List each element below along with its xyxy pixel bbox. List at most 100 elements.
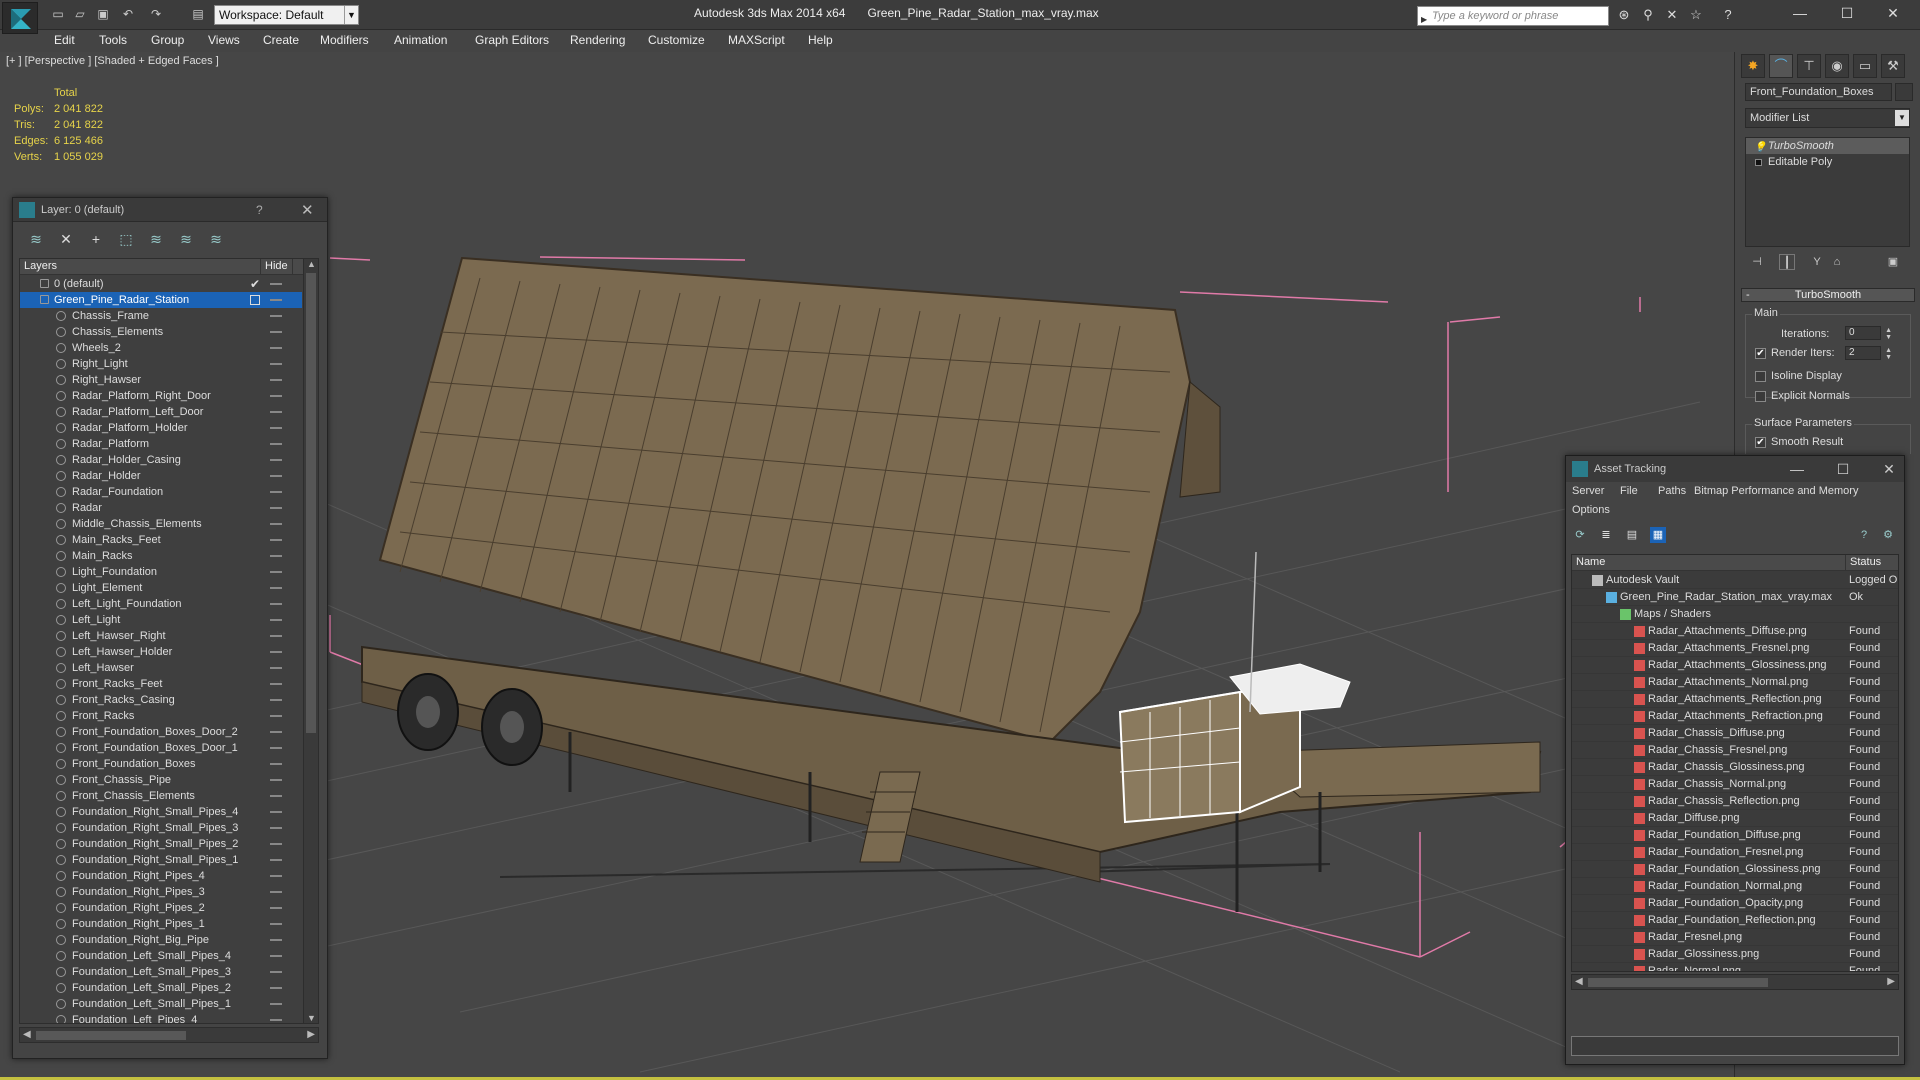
display-tab-icon[interactable]: ▭ <box>1853 54 1877 78</box>
workspace-dropdown[interactable]: Workspace: Default ▼ <box>214 5 359 25</box>
scrollbar-thumb[interactable] <box>1588 978 1768 987</box>
refresh-icon[interactable]: ⟳ <box>1572 527 1588 543</box>
isoline-display-checkbox[interactable] <box>1755 371 1766 382</box>
asset-row[interactable]: Radar_Normal.png Found <box>1572 963 1898 971</box>
hide-toggle[interactable] <box>270 955 282 957</box>
layer-window-titlebar[interactable]: Layer: 0 (default) ? ✕ <box>13 198 327 222</box>
menu-bitmap-performance[interactable]: Bitmap Performance and Memory <box>1694 485 1858 497</box>
hide-toggle[interactable] <box>270 315 282 317</box>
layer-object-row[interactable]: Foundation_Left_Small_Pipes_4 <box>20 948 302 964</box>
layer-object-row[interactable]: Front_Racks <box>20 708 302 724</box>
scroll-right-icon[interactable]: ▶ <box>307 1029 315 1040</box>
asset-row[interactable]: Radar_Chassis_Glossiness.png Found <box>1572 759 1898 776</box>
hide-toggle[interactable] <box>270 299 282 301</box>
hide-toggle[interactable] <box>270 923 282 925</box>
create-layer-icon[interactable]: ≋ <box>27 230 45 248</box>
binoculars-icon[interactable]: ⊛ <box>1616 7 1632 23</box>
menu-options[interactable]: Options <box>1572 504 1610 516</box>
layer-object-row[interactable]: Radar_Holder_Casing <box>20 452 302 468</box>
hide-toggle[interactable] <box>270 667 282 669</box>
utilities-tab-icon[interactable]: ⚒ <box>1881 54 1905 78</box>
stack-item-turbosmooth[interactable]: 💡 TurboSmooth <box>1746 138 1909 154</box>
hide-toggle[interactable] <box>270 283 282 285</box>
remove-modifier-icon[interactable]: ⌂ <box>1829 254 1845 270</box>
object-name-field[interactable]: Front_Foundation_Boxes <box>1745 83 1892 101</box>
asset-row[interactable]: Radar_Attachments_Fresnel.png Found <box>1572 640 1898 657</box>
hide-toggle[interactable] <box>270 459 282 461</box>
asset-row[interactable]: Radar_Chassis_Fresnel.png Found <box>1572 742 1898 759</box>
hide-toggle[interactable] <box>270 795 282 797</box>
layer-object-row[interactable]: Front_Chassis_Pipe <box>20 772 302 788</box>
project-folder-icon[interactable]: ▤ <box>190 7 206 21</box>
hide-toggle[interactable] <box>270 619 282 621</box>
asset-row[interactable]: Autodesk Vault Logged O <box>1572 572 1898 589</box>
maximize-button[interactable]: ☐ <box>1828 458 1858 480</box>
layer-object-row[interactable]: Wheels_2 <box>20 340 302 356</box>
asset-row[interactable]: Radar_Glossiness.png Found <box>1572 946 1898 963</box>
layer-object-row[interactable]: Foundation_Left_Pipes_4 <box>20 1012 302 1023</box>
asset-row[interactable]: Radar_Foundation_Normal.png Found <box>1572 878 1898 895</box>
layer-object-row[interactable]: Foundation_Right_Pipes_1 <box>20 916 302 932</box>
freeze-all-layers-icon[interactable]: ≋ <box>207 230 225 248</box>
column-name[interactable]: Name <box>1576 556 1605 568</box>
hide-toggle[interactable] <box>270 763 282 765</box>
layer-object-row[interactable]: Light_Foundation <box>20 564 302 580</box>
hide-toggle[interactable] <box>270 475 282 477</box>
asset-row[interactable]: Radar_Attachments_Reflection.png Found <box>1572 691 1898 708</box>
layer-row[interactable]: Green_Pine_Radar_Station <box>20 292 302 308</box>
hide-toggle[interactable] <box>270 987 282 989</box>
menu-server[interactable]: Server <box>1572 485 1604 497</box>
scroll-up-icon[interactable]: ▲ <box>307 259 316 269</box>
delete-layer-icon[interactable]: ✕ <box>57 230 75 248</box>
undo-icon[interactable]: ↶ <box>120 7 136 21</box>
layer-object-row[interactable]: Front_Foundation_Boxes <box>20 756 302 772</box>
motion-tab-icon[interactable]: ◉ <box>1825 54 1849 78</box>
layer-object-row[interactable]: Foundation_Right_Pipes_3 <box>20 884 302 900</box>
expand-box-icon[interactable] <box>1755 159 1762 166</box>
hide-all-layers-icon[interactable]: ≋ <box>177 230 195 248</box>
asset-row[interactable]: Radar_Attachments_Glossiness.png Found <box>1572 657 1898 674</box>
modifier-list-dropdown[interactable]: Modifier List ▼ <box>1745 108 1910 128</box>
layer-object-row[interactable]: Foundation_Right_Small_Pipes_3 <box>20 820 302 836</box>
layer-object-row[interactable]: Radar <box>20 500 302 516</box>
layer-object-row[interactable]: Left_Hawser_Right <box>20 628 302 644</box>
hide-toggle[interactable] <box>270 1003 282 1005</box>
modify-tab-icon[interactable]: ⌒ <box>1769 54 1793 78</box>
hide-toggle[interactable] <box>270 683 282 685</box>
layer-object-row[interactable]: Front_Chassis_Elements <box>20 788 302 804</box>
layer-object-row[interactable]: Left_Light <box>20 612 302 628</box>
minimize-button[interactable]: — <box>1785 4 1815 24</box>
layer-object-row[interactable]: Front_Foundation_Boxes_Door_2 <box>20 724 302 740</box>
asset-row[interactable]: Radar_Foundation_Glossiness.png Found <box>1572 861 1898 878</box>
hide-toggle[interactable] <box>270 379 282 381</box>
scroll-down-icon[interactable]: ▼ <box>307 1013 316 1023</box>
hide-toggle[interactable] <box>270 523 282 525</box>
column-status[interactable]: Status <box>1845 555 1885 571</box>
menu-modifiers[interactable]: Modifiers <box>320 33 369 47</box>
layer-object-row[interactable]: Foundation_Left_Small_Pipes_1 <box>20 996 302 1012</box>
hide-toggle[interactable] <box>270 747 282 749</box>
hide-toggle[interactable] <box>270 939 282 941</box>
layer-object-row[interactable]: Front_Racks_Feet <box>20 676 302 692</box>
hide-toggle[interactable] <box>270 651 282 653</box>
menu-rendering[interactable]: Rendering <box>570 33 625 47</box>
pin-stack-icon[interactable]: ⊣ <box>1749 254 1765 270</box>
help-button[interactable]: ? <box>256 203 263 217</box>
configure-sets-icon[interactable]: ▣ <box>1885 254 1901 270</box>
table-view-icon[interactable]: ▦ <box>1650 527 1666 543</box>
detail-view-icon[interactable]: ▤ <box>1624 527 1640 543</box>
app-menu-button[interactable] <box>2 2 38 34</box>
hide-toggle[interactable] <box>270 411 282 413</box>
layer-object-row[interactable]: Radar_Platform <box>20 436 302 452</box>
column-layers[interactable]: Layers <box>24 260 57 272</box>
hide-toggle[interactable] <box>270 395 282 397</box>
hide-toggle[interactable] <box>270 859 282 861</box>
stack-item-editable-poly[interactable]: Editable Poly <box>1746 154 1909 170</box>
asset-row[interactable]: Radar_Attachments_Refraction.png Found <box>1572 708 1898 725</box>
layer-object-row[interactable]: Foundation_Right_Small_Pipes_2 <box>20 836 302 852</box>
asset-row[interactable]: Radar_Foundation_Diffuse.png Found <box>1572 827 1898 844</box>
list-view-icon[interactable]: ≣ <box>1598 527 1614 543</box>
asset-row[interactable]: Radar_Attachments_Diffuse.png Found <box>1572 623 1898 640</box>
add-to-layer-icon[interactable]: + <box>87 230 105 248</box>
scrollbar-thumb[interactable] <box>306 273 316 733</box>
